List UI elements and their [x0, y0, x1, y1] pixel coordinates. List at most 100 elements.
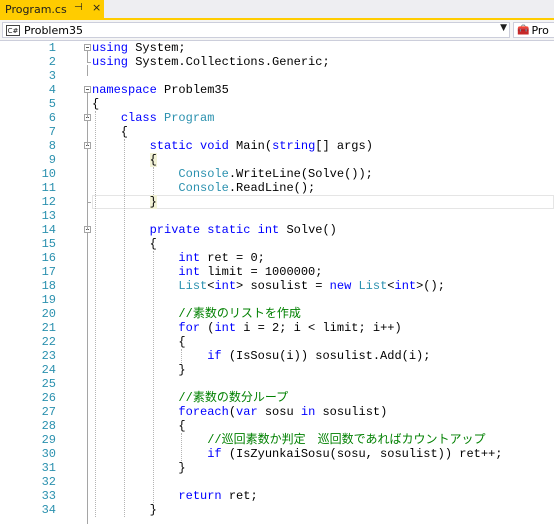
code-line[interactable]: 12 } — [0, 195, 554, 209]
line-code: { — [92, 125, 128, 139]
code-line[interactable]: 11 Console.ReadLine(); — [0, 181, 554, 195]
code-line[interactable]: 2 using System.Collections.Generic; — [0, 55, 554, 69]
code-line[interactable]: 33 return ret; — [0, 489, 554, 503]
csharp-project-icon: C# — [6, 24, 20, 36]
code-line[interactable]: 9 { — [0, 153, 554, 167]
code-token: Program — [164, 111, 215, 125]
code-line[interactable]: 22 { — [0, 335, 554, 349]
code-line[interactable]: 15 { — [0, 237, 554, 251]
indent-guide — [181, 433, 183, 461]
code-line[interactable]: 3 — [0, 69, 554, 83]
code-line[interactable]: 24 } — [0, 363, 554, 377]
line-code: { — [92, 97, 99, 111]
code-line[interactable]: 5{ — [0, 97, 554, 111]
code-line[interactable]: 26 //素数の数分ループ — [0, 391, 554, 405]
code-token: int — [214, 279, 237, 293]
code-token: { — [92, 97, 100, 111]
line-number: 7 — [48, 125, 56, 139]
tab-program-cs[interactable]: Program.cs ⊣ × — [0, 0, 104, 18]
code-line[interactable]: 7 { — [0, 125, 554, 139]
code-token: >(); — [416, 279, 445, 293]
code-line[interactable]: 23 if (IsSosu(i)) sosulist.Add(i); — [0, 349, 554, 363]
collapse-toggle-icon[interactable] — [84, 44, 91, 51]
line-number: 6 — [48, 111, 56, 125]
line-code: using System.Collections.Generic; — [92, 55, 330, 69]
navigation-bar: C# Problem35 ▼ 🧰 Pro — [0, 20, 554, 41]
code-token: if — [207, 447, 222, 461]
line-code: return ret; — [92, 489, 258, 503]
line-code: } — [92, 461, 185, 475]
code-line[interactable]: 31 } — [0, 461, 554, 475]
tab-title: Program.cs — [5, 2, 67, 16]
code-line[interactable]: 25 — [0, 377, 554, 391]
code-line[interactable]: 18 List<int> sosulist = new List<int>(); — [0, 279, 554, 293]
line-code: Console.WriteLine(Solve()); — [92, 167, 372, 181]
code-token: } — [92, 363, 186, 377]
line-number: 9 — [48, 153, 56, 167]
type-dropdown[interactable]: 🧰 Pro — [513, 22, 554, 38]
code-line[interactable]: 17 int limit = 1000000; — [0, 265, 554, 279]
code-token: { — [149, 153, 157, 167]
line-number: 28 — [41, 419, 56, 433]
code-line[interactable]: 30 if (IsZyunkaiSosu(sosu, sosulist)) re… — [0, 447, 554, 461]
code-token: sosu — [257, 405, 301, 419]
line-number: 32 — [41, 475, 56, 489]
code-line[interactable]: 28 { — [0, 419, 554, 433]
line-number: 25 — [41, 377, 56, 391]
line-code: int limit = 1000000; — [92, 265, 322, 279]
code-line[interactable]: 32 — [0, 475, 554, 489]
line-number: 20 — [41, 307, 56, 321]
line-number: 8 — [48, 139, 56, 153]
code-token: limit = 1000000; — [200, 265, 323, 279]
line-number: 5 — [48, 97, 56, 111]
code-line[interactable]: 29 //巡回素数か判定 巡回数であればカウントアップ — [0, 433, 554, 447]
outline-line — [87, 121, 88, 146]
code-token: int — [214, 321, 237, 335]
line-number: 12 — [41, 195, 56, 209]
code-token: { — [92, 125, 129, 139]
code-line[interactable]: 16 int ret = 0; — [0, 251, 554, 265]
line-number: 31 — [41, 461, 56, 475]
outline-line — [87, 65, 88, 76]
line-number: 19 — [41, 293, 56, 307]
code-token: i = 2; i < limit; i++) — [236, 321, 402, 335]
code-token: namespace — [92, 83, 157, 97]
code-line[interactable]: 27 foreach(var sosu in sosulist) — [0, 405, 554, 419]
indent-guide — [95, 111, 96, 517]
line-number: 2 — [48, 55, 56, 69]
line-number: 26 — [41, 391, 56, 405]
outline-line — [87, 51, 88, 62]
chevron-down-icon[interactable]: ▼ — [500, 23, 507, 33]
line-code: using System; — [92, 41, 186, 55]
close-icon[interactable]: × — [92, 1, 101, 14]
indent-guide — [152, 251, 154, 503]
line-number: 10 — [41, 167, 56, 181]
collapse-toggle-icon[interactable] — [84, 86, 91, 93]
code-line[interactable]: 21 for (int i = 2; i < limit; i++) — [0, 321, 554, 335]
line-code: //素数の数分ループ — [92, 391, 288, 405]
code-line[interactable]: 13 — [0, 209, 554, 223]
code-token: ret; — [221, 489, 258, 503]
code-line[interactable]: 34 } — [0, 503, 554, 517]
code-line[interactable]: 20 //素数のリストを作成 — [0, 307, 554, 321]
code-line[interactable]: 19 — [0, 293, 554, 307]
code-token: class — [120, 111, 157, 125]
code-editor[interactable]: 1 using System; 2 using System.Collections.… — [0, 41, 554, 524]
code-token: //巡回素数か判定 巡回数であればカウントアップ — [207, 433, 486, 447]
line-code: foreach(var sosu in sosulist) — [92, 405, 387, 419]
code-token: in — [300, 405, 316, 419]
project-dropdown[interactable]: C# Problem35 ▼ — [2, 22, 510, 38]
pin-icon[interactable]: ⊣ — [74, 2, 83, 13]
code-token: static — [207, 223, 251, 237]
line-code: { — [92, 335, 185, 349]
code-line[interactable]: 10 Console.WriteLine(Solve()); — [0, 167, 554, 181]
line-code: class Program — [92, 111, 215, 125]
code-token: void — [200, 139, 229, 153]
code-token: int — [394, 279, 417, 293]
